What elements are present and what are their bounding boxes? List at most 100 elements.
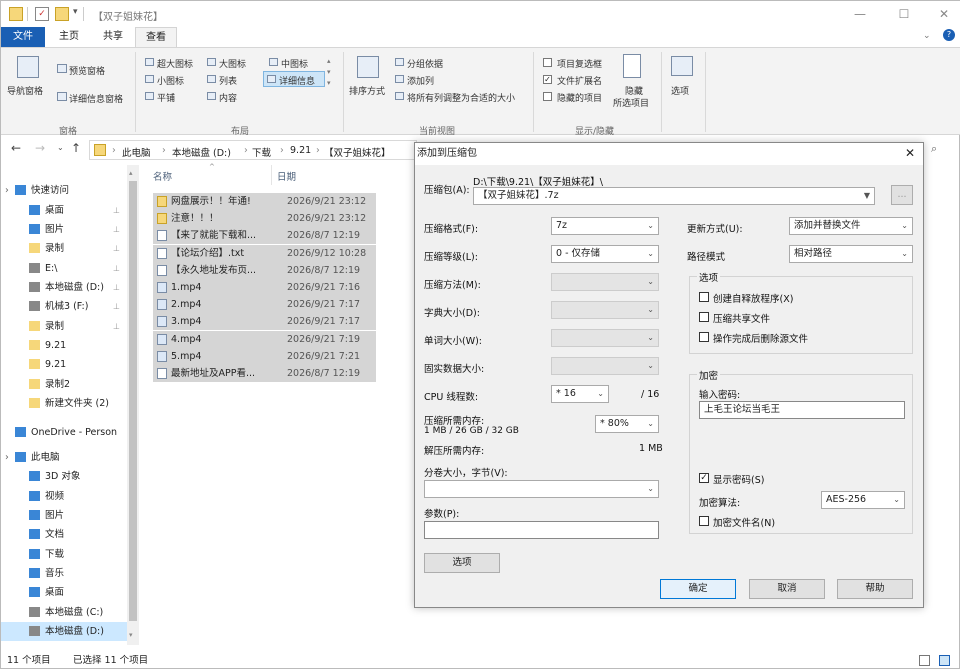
search-icon[interactable]: ⌕ (931, 142, 937, 156)
group-by-button[interactable]: 分组依据 (407, 57, 443, 70)
format-select[interactable]: 7z ⌄ (551, 217, 659, 235)
table-row[interactable]: 【论坛介绍】.txt 2026/9/12 10:28 (153, 244, 376, 262)
browse-button[interactable]: ... (891, 185, 913, 205)
hide-selected-icon[interactable] (623, 54, 641, 78)
address-box[interactable]: › 此电脑 › 本地磁盘 (D:) › 下载 › 9.21 › 【双子姐妹花】 (89, 140, 417, 160)
table-row[interactable]: 1.mp4 2026/9/21 7:16 (153, 279, 376, 296)
ribbon-collapse-icon[interactable]: ⌄ (923, 31, 931, 41)
recent-dropdown-icon[interactable]: ⌄ (57, 143, 64, 152)
table-row[interactable]: 2.mp4 2026/9/21 7:17 (153, 296, 376, 314)
options-icon[interactable] (671, 56, 693, 76)
sidebar-item[interactable]: 桌面 (1, 583, 137, 602)
table-row[interactable]: 网盘展示！！年通! 2026/9/21 23:12 (153, 193, 376, 210)
layout-medium-icons[interactable]: 中图标 (281, 57, 308, 70)
breadcrumb-drive-d[interactable]: 本地磁盘 (D:) (172, 145, 231, 159)
breadcrumb-current[interactable]: 【双子姐妹花】 (324, 145, 391, 159)
update-select[interactable]: 添加并替换文件 ⌄ (789, 217, 913, 235)
table-row[interactable]: 【来了就能下载和... 2026/8/7 12:19 (153, 227, 376, 245)
tab-view[interactable]: 查看 (135, 27, 177, 47)
up-icon[interactable]: ↑ (71, 141, 81, 155)
tab-home[interactable]: 主页 (49, 27, 89, 47)
large-icons-view-icon[interactable] (939, 655, 950, 666)
details-view-icon[interactable] (919, 655, 930, 666)
breadcrumb-this-pc[interactable]: 此电脑 (122, 145, 151, 159)
path-mode-select[interactable]: 相对路径 ⌄ (789, 245, 913, 263)
properties-icon[interactable]: ✓ (35, 7, 49, 21)
options-button[interactable]: 选项 (424, 553, 500, 573)
dialog-close-icon[interactable]: ✕ (905, 146, 915, 160)
tab-file[interactable]: 文件 (1, 27, 45, 47)
sidebar-item[interactable]: 此电脑 › (1, 448, 137, 467)
sidebar-item[interactable]: 图片 (1, 506, 137, 525)
back-icon[interactable]: ← (11, 141, 21, 155)
threads-select[interactable]: * 16 ⌄ (551, 385, 609, 403)
chevron-down-icon[interactable]: ▼ (864, 188, 870, 204)
close-icon[interactable]: ✕ (931, 5, 957, 23)
encrypt-names-checkbox[interactable] (699, 516, 709, 526)
sidebar-item[interactable]: 录制 ⊥ (1, 317, 137, 336)
sidebar-item[interactable]: 本地磁盘 (C:) (1, 603, 137, 622)
sidebar-item[interactable]: E:\ ⊥ (1, 259, 137, 278)
sidebar-item[interactable]: 快速访问 › (1, 181, 137, 200)
table-row[interactable]: 【永久地址发布页... 2026/8/7 12:19 (153, 261, 376, 279)
table-row[interactable]: 3.mp4 2026/9/21 7:17 (153, 313, 376, 331)
sidebar-item[interactable]: 9.21 (1, 336, 137, 355)
cancel-button[interactable]: 取消 (749, 579, 825, 599)
params-input[interactable] (424, 521, 659, 539)
column-header-date[interactable]: 日期 (277, 169, 296, 183)
expand-icon[interactable]: › (5, 448, 9, 467)
layout-list[interactable]: 列表 (219, 74, 237, 87)
scroll-down-icon[interactable]: ▾ (129, 631, 133, 639)
tab-share[interactable]: 共享 (93, 27, 133, 47)
sidebar-item[interactable]: 9.21 (1, 355, 137, 374)
layout-large-icons[interactable]: 大图标 (219, 57, 246, 70)
sidebar-item[interactable]: 3D 对象 (1, 467, 137, 486)
mem-compress-select[interactable]: * 80% ⌄ (595, 415, 659, 433)
breadcrumb-921[interactable]: 9.21 (290, 145, 311, 156)
options-button[interactable]: 选项 (671, 84, 689, 97)
sidebar-item[interactable]: 机械3 (F:) ⊥ (1, 297, 137, 316)
sidebar-item[interactable]: 音乐 (1, 564, 137, 583)
nav-pane-button[interactable]: 导航窗格 (7, 84, 43, 97)
enc-method-select[interactable]: AES-256 ⌄ (821, 491, 905, 509)
ok-button[interactable]: 确定 (660, 579, 736, 599)
preview-pane-button[interactable]: 预览窗格 (69, 64, 105, 77)
sidebar-item[interactable]: 下载 (1, 545, 137, 564)
nav-pane-icon[interactable] (17, 56, 39, 78)
column-header-name[interactable]: 名称 (153, 169, 172, 183)
nav-scrollbar[interactable]: ▴ ▾ (127, 165, 139, 645)
sidebar-item[interactable]: 新建文件夹 (2) (1, 394, 137, 413)
item-checkboxes-checkbox[interactable] (543, 58, 552, 67)
quick-access-dropdown-icon[interactable]: ▾ (73, 7, 78, 17)
help-icon[interactable]: ? (943, 29, 955, 41)
sidebar-item[interactable]: 本地磁盘 (D:) ⊥ (1, 278, 137, 297)
sidebar-item[interactable]: 图片 ⊥ (1, 220, 137, 239)
shared-checkbox[interactable] (699, 312, 709, 322)
forward-icon[interactable]: → (35, 141, 45, 155)
sort-icon[interactable] (357, 56, 379, 78)
table-row[interactable]: 5.mp4 2026/9/21 7:21 (153, 347, 376, 365)
layout-small-icons[interactable]: 小图标 (157, 74, 184, 87)
minimize-icon[interactable]: — (847, 5, 873, 23)
sidebar-item[interactable]: OneDrive - Person (1, 423, 137, 442)
sfx-checkbox[interactable] (699, 292, 709, 302)
maximize-icon[interactable]: ☐ (891, 5, 917, 23)
details-pane-button[interactable]: 详细信息窗格 (69, 92, 123, 105)
help-button[interactable]: 帮助 (837, 579, 913, 599)
sidebar-item[interactable]: 视频 (1, 487, 137, 506)
split-select[interactable]: ⌄ (424, 480, 659, 498)
add-columns-button[interactable]: 添加列 (407, 74, 434, 87)
sidebar-item[interactable]: 文档 (1, 525, 137, 544)
scroll-thumb[interactable] (129, 181, 137, 621)
layout-tiles[interactable]: 平铺 (157, 91, 175, 104)
file-extensions-checkbox[interactable]: ✓ (543, 75, 552, 84)
new-folder-icon[interactable] (55, 7, 69, 21)
layout-scroll-icon[interactable]: ▴ ▾ ▾ (327, 56, 331, 89)
sidebar-item[interactable]: 录制2 (1, 375, 137, 394)
layout-details[interactable]: 详细信息 (279, 74, 315, 87)
expand-icon[interactable]: › (5, 181, 9, 200)
breadcrumb-downloads[interactable]: 下载 (252, 145, 271, 159)
hidden-items-checkbox[interactable] (543, 92, 552, 101)
sidebar-item[interactable]: 桌面 ⊥ (1, 201, 137, 220)
scroll-up-icon[interactable]: ▴ (129, 169, 133, 177)
